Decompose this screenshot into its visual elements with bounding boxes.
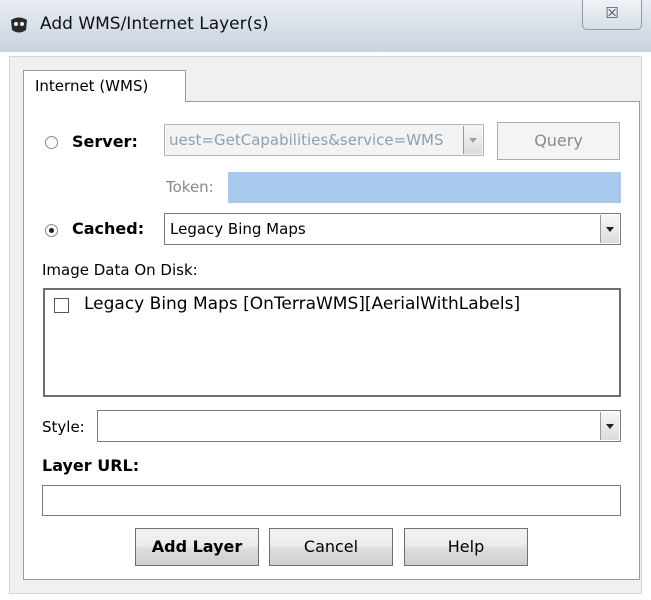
server-url-combo[interactable]: uest=GetCapabilities&service=WMS: [164, 124, 484, 156]
query-button[interactable]: Query: [497, 122, 620, 160]
cached-label: Cached:: [72, 219, 145, 238]
cached-value: Legacy Bing Maps: [170, 220, 306, 238]
cached-combo[interactable]: Legacy Bing Maps: [164, 213, 621, 245]
tab-internet-wms[interactable]: Internet (WMS): [23, 70, 186, 102]
chevron-down-icon[interactable]: [463, 126, 482, 154]
title-bar: Add WMS/Internet Layer(s) ☒: [0, 0, 651, 52]
window-title: Add WMS/Internet Layer(s): [40, 14, 269, 34]
token-label: Token:: [166, 178, 214, 196]
close-icon: ☒: [605, 4, 619, 22]
layer-url-label: Layer URL:: [42, 456, 140, 475]
style-label: Style:: [42, 418, 85, 436]
close-button[interactable]: ☒: [582, 0, 642, 30]
radio-selected-dot: [49, 228, 54, 233]
cancel-button[interactable]: Cancel: [269, 528, 393, 566]
image-data-list[interactable]: Legacy Bing Maps [OnTerraWMS][AerialWith…: [43, 288, 621, 397]
image-data-item-label[interactable]: Legacy Bing Maps [OnTerraWMS][AerialWith…: [84, 294, 520, 314]
app-logo-icon: [11, 17, 27, 33]
server-url-value: uest=GetCapabilities&service=WMS: [169, 131, 444, 149]
style-combo[interactable]: [97, 410, 621, 442]
layer-url-field[interactable]: [42, 485, 621, 516]
server-label: Server:: [72, 132, 138, 151]
server-radio[interactable]: [45, 136, 58, 149]
image-data-checkbox[interactable]: [54, 298, 69, 313]
help-button[interactable]: Help: [404, 528, 528, 566]
tab-panel: Server: uest=GetCapabilities&service=WMS…: [23, 101, 640, 580]
chevron-down-icon[interactable]: [600, 412, 619, 440]
image-data-label: Image Data On Disk:: [42, 261, 198, 279]
add-layer-button[interactable]: Add Layer: [135, 528, 259, 566]
cached-radio[interactable]: [45, 224, 58, 237]
chevron-down-icon[interactable]: [600, 215, 619, 243]
token-field[interactable]: [228, 172, 621, 203]
